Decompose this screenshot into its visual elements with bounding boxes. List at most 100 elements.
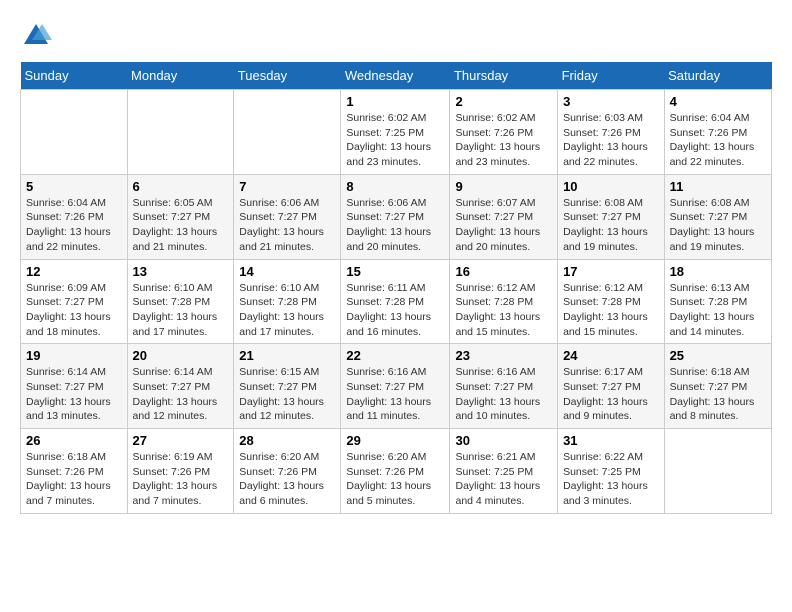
calendar-cell: 14 Sunrise: 6:10 AMSunset: 7:28 PMDayligh… xyxy=(234,259,341,344)
day-info: Sunrise: 6:04 AMSunset: 7:26 PMDaylight:… xyxy=(670,111,766,170)
day-number: 26 xyxy=(26,433,122,448)
day-info: Sunrise: 6:03 AMSunset: 7:26 PMDaylight:… xyxy=(563,111,659,170)
calendar-header-wednesday: Wednesday xyxy=(341,62,450,90)
calendar-week-row: 5 Sunrise: 6:04 AMSunset: 7:26 PMDaylight… xyxy=(21,174,772,259)
calendar-cell: 6 Sunrise: 6:05 AMSunset: 7:27 PMDaylight… xyxy=(127,174,234,259)
calendar-cell: 25 Sunrise: 6:18 AMSunset: 7:27 PMDayligh… xyxy=(664,344,771,429)
day-number: 23 xyxy=(455,348,552,363)
page-header xyxy=(20,20,772,52)
day-number: 28 xyxy=(239,433,335,448)
day-number: 2 xyxy=(455,94,552,109)
day-number: 19 xyxy=(26,348,122,363)
day-info: Sunrise: 6:08 AMSunset: 7:27 PMDaylight:… xyxy=(670,196,766,255)
day-number: 16 xyxy=(455,264,552,279)
day-info: Sunrise: 6:15 AMSunset: 7:27 PMDaylight:… xyxy=(239,365,335,424)
calendar-header-sunday: Sunday xyxy=(21,62,128,90)
calendar-header-saturday: Saturday xyxy=(664,62,771,90)
calendar-cell: 27 Sunrise: 6:19 AMSunset: 7:26 PMDayligh… xyxy=(127,429,234,514)
day-info: Sunrise: 6:08 AMSunset: 7:27 PMDaylight:… xyxy=(563,196,659,255)
calendar-cell: 15 Sunrise: 6:11 AMSunset: 7:28 PMDayligh… xyxy=(341,259,450,344)
calendar-cell: 9 Sunrise: 6:07 AMSunset: 7:27 PMDaylight… xyxy=(450,174,558,259)
day-info: Sunrise: 6:14 AMSunset: 7:27 PMDaylight:… xyxy=(26,365,122,424)
calendar-header-tuesday: Tuesday xyxy=(234,62,341,90)
calendar-week-row: 26 Sunrise: 6:18 AMSunset: 7:26 PMDayligh… xyxy=(21,429,772,514)
day-number: 8 xyxy=(346,179,444,194)
day-number: 7 xyxy=(239,179,335,194)
day-info: Sunrise: 6:19 AMSunset: 7:26 PMDaylight:… xyxy=(133,450,229,509)
day-info: Sunrise: 6:11 AMSunset: 7:28 PMDaylight:… xyxy=(346,281,444,340)
calendar-cell: 5 Sunrise: 6:04 AMSunset: 7:26 PMDaylight… xyxy=(21,174,128,259)
day-info: Sunrise: 6:09 AMSunset: 7:27 PMDaylight:… xyxy=(26,281,122,340)
day-number: 10 xyxy=(563,179,659,194)
calendar-cell: 20 Sunrise: 6:14 AMSunset: 7:27 PMDayligh… xyxy=(127,344,234,429)
day-number: 22 xyxy=(346,348,444,363)
calendar-cell: 16 Sunrise: 6:12 AMSunset: 7:28 PMDayligh… xyxy=(450,259,558,344)
day-info: Sunrise: 6:18 AMSunset: 7:26 PMDaylight:… xyxy=(26,450,122,509)
logo-icon xyxy=(20,20,52,52)
day-info: Sunrise: 6:14 AMSunset: 7:27 PMDaylight:… xyxy=(133,365,229,424)
day-number: 4 xyxy=(670,94,766,109)
day-number: 15 xyxy=(346,264,444,279)
day-info: Sunrise: 6:04 AMSunset: 7:26 PMDaylight:… xyxy=(26,196,122,255)
calendar-cell xyxy=(234,90,341,175)
day-number: 3 xyxy=(563,94,659,109)
day-number: 30 xyxy=(455,433,552,448)
day-info: Sunrise: 6:16 AMSunset: 7:27 PMDaylight:… xyxy=(346,365,444,424)
day-info: Sunrise: 6:05 AMSunset: 7:27 PMDaylight:… xyxy=(133,196,229,255)
day-number: 24 xyxy=(563,348,659,363)
day-number: 31 xyxy=(563,433,659,448)
calendar-cell: 24Sunrise: 6:17 AMSunset: 7:27 PMDayligh… xyxy=(558,344,665,429)
calendar-cell xyxy=(21,90,128,175)
day-info: Sunrise: 6:06 AMSunset: 7:27 PMDaylight:… xyxy=(346,196,444,255)
calendar-cell: 21 Sunrise: 6:15 AMSunset: 7:27 PMDayligh… xyxy=(234,344,341,429)
calendar-header-friday: Friday xyxy=(558,62,665,90)
calendar-cell: 2 Sunrise: 6:02 AMSunset: 7:26 PMDaylight… xyxy=(450,90,558,175)
day-info: Sunrise: 6:12 AMSunset: 7:28 PMDaylight:… xyxy=(563,281,659,340)
day-info: Sunrise: 6:13 AMSunset: 7:28 PMDaylight:… xyxy=(670,281,766,340)
day-number: 9 xyxy=(455,179,552,194)
calendar-cell: 11Sunrise: 6:08 AMSunset: 7:27 PMDayligh… xyxy=(664,174,771,259)
calendar-cell: 13 Sunrise: 6:10 AMSunset: 7:28 PMDayligh… xyxy=(127,259,234,344)
calendar-cell xyxy=(127,90,234,175)
day-info: Sunrise: 6:21 AMSunset: 7:25 PMDaylight:… xyxy=(455,450,552,509)
day-number: 6 xyxy=(133,179,229,194)
day-number: 13 xyxy=(133,264,229,279)
calendar-cell: 4 Sunrise: 6:04 AMSunset: 7:26 PMDaylight… xyxy=(664,90,771,175)
day-info: Sunrise: 6:18 AMSunset: 7:27 PMDaylight:… xyxy=(670,365,766,424)
calendar-cell: 26 Sunrise: 6:18 AMSunset: 7:26 PMDayligh… xyxy=(21,429,128,514)
day-number: 14 xyxy=(239,264,335,279)
day-info: Sunrise: 6:22 AMSunset: 7:25 PMDaylight:… xyxy=(563,450,659,509)
calendar-cell: 7 Sunrise: 6:06 AMSunset: 7:27 PMDaylight… xyxy=(234,174,341,259)
calendar-cell: 30 Sunrise: 6:21 AMSunset: 7:25 PMDayligh… xyxy=(450,429,558,514)
calendar-header-thursday: Thursday xyxy=(450,62,558,90)
day-number: 5 xyxy=(26,179,122,194)
calendar-cell xyxy=(664,429,771,514)
day-info: Sunrise: 6:02 AMSunset: 7:26 PMDaylight:… xyxy=(455,111,552,170)
day-number: 20 xyxy=(133,348,229,363)
day-info: Sunrise: 6:07 AMSunset: 7:27 PMDaylight:… xyxy=(455,196,552,255)
calendar-week-row: 19 Sunrise: 6:14 AMSunset: 7:27 PMDayligh… xyxy=(21,344,772,429)
day-number: 27 xyxy=(133,433,229,448)
day-number: 1 xyxy=(346,94,444,109)
day-number: 21 xyxy=(239,348,335,363)
calendar-header-monday: Monday xyxy=(127,62,234,90)
day-info: Sunrise: 6:20 AMSunset: 7:26 PMDaylight:… xyxy=(239,450,335,509)
day-info: Sunrise: 6:10 AMSunset: 7:28 PMDaylight:… xyxy=(239,281,335,340)
day-info: Sunrise: 6:16 AMSunset: 7:27 PMDaylight:… xyxy=(455,365,552,424)
day-number: 18 xyxy=(670,264,766,279)
calendar-cell: 23 Sunrise: 6:16 AMSunset: 7:27 PMDayligh… xyxy=(450,344,558,429)
calendar-cell: 8 Sunrise: 6:06 AMSunset: 7:27 PMDaylight… xyxy=(341,174,450,259)
calendar-cell: 10 Sunrise: 6:08 AMSunset: 7:27 PMDayligh… xyxy=(558,174,665,259)
day-number: 25 xyxy=(670,348,766,363)
day-info: Sunrise: 6:20 AMSunset: 7:26 PMDaylight:… xyxy=(346,450,444,509)
day-number: 17 xyxy=(563,264,659,279)
day-info: Sunrise: 6:06 AMSunset: 7:27 PMDaylight:… xyxy=(239,196,335,255)
calendar-table: SundayMondayTuesdayWednesdayThursdayFrid… xyxy=(20,62,772,514)
calendar-cell: 28 Sunrise: 6:20 AMSunset: 7:26 PMDayligh… xyxy=(234,429,341,514)
calendar-cell: 12 Sunrise: 6:09 AMSunset: 7:27 PMDayligh… xyxy=(21,259,128,344)
calendar-week-row: 1Sunrise: 6:02 AMSunset: 7:25 PMDaylight… xyxy=(21,90,772,175)
day-info: Sunrise: 6:12 AMSunset: 7:28 PMDaylight:… xyxy=(455,281,552,340)
calendar-cell: 22 Sunrise: 6:16 AMSunset: 7:27 PMDayligh… xyxy=(341,344,450,429)
day-info: Sunrise: 6:10 AMSunset: 7:28 PMDaylight:… xyxy=(133,281,229,340)
day-number: 12 xyxy=(26,264,122,279)
